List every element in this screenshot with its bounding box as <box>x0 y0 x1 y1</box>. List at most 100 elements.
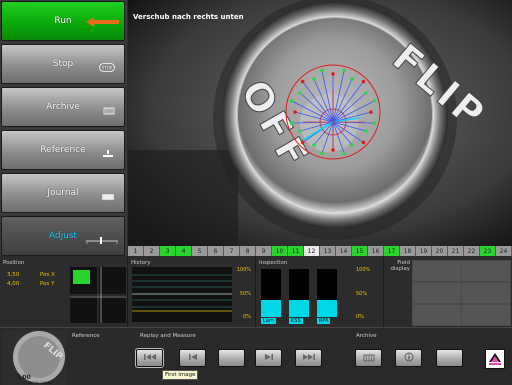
strip-cell[interactable]: 10 <box>272 246 288 256</box>
measure-point <box>298 129 302 133</box>
slider-icon <box>85 236 119 247</box>
arrow-left-icon <box>86 16 120 31</box>
journal-label: Journal <box>47 188 79 198</box>
strip-cell[interactable]: 13 <box>320 246 336 256</box>
measure-point <box>312 143 316 147</box>
previous-image-button[interactable] <box>179 349 206 367</box>
strip-cell[interactable]: 11 <box>288 246 304 256</box>
pos-x-label: Pos X <box>40 272 55 278</box>
strip-cell[interactable]: 21 <box>448 246 464 256</box>
strip-cell[interactable]: 8 <box>240 246 256 256</box>
strip-cell[interactable]: 1 <box>128 246 144 256</box>
archive-blank-button[interactable] <box>436 349 463 367</box>
strip-cell[interactable]: 5 <box>192 246 208 256</box>
info-button[interactable] <box>395 349 422 367</box>
measure-point <box>350 77 354 81</box>
run-button[interactable]: Run <box>1 1 125 41</box>
pos-y-label: Pos Y <box>40 281 55 287</box>
inspection-bar-kpa-label: KPA <box>317 318 331 324</box>
position-value-1: 3,50 <box>7 272 20 278</box>
position-value-2: 4,00 <box>7 281 20 287</box>
measure-point <box>289 99 294 103</box>
replay-section-label: Replay and Measure <box>140 333 196 339</box>
measure-point <box>364 91 368 95</box>
skip-last-icon <box>302 353 316 363</box>
position-panel: Position 3,50 4,00 Pos X Pos Y <box>0 257 128 327</box>
field-display-label: Field display <box>390 260 410 272</box>
inspection-label: Inspection <box>259 260 288 266</box>
measure-point <box>312 77 316 81</box>
adjust-label: Adjust <box>48 231 78 241</box>
measure-point <box>298 91 302 95</box>
image-strip[interactable]: 1 2 3 4 5 6 7 8 9 10 11 12 13 14 15 16 17 18 19 20 21 22 23 24 <box>128 246 512 256</box>
folders-icon <box>363 353 375 364</box>
folders-icon <box>103 106 115 118</box>
history-tick-bottom: 0% <box>243 314 251 320</box>
history-tick-mid: 50% <box>239 291 251 297</box>
inspection-bar-kpa <box>317 269 337 317</box>
run-label: Run <box>54 16 72 26</box>
stop-icon-text: STOP <box>102 65 113 70</box>
stop-sign-icon: STOP <box>99 63 115 75</box>
measure-point <box>331 72 335 76</box>
journal-button[interactable]: Journal <box>1 173 125 213</box>
strip-cell[interactable]: 22 <box>464 246 480 256</box>
last-image-button[interactable] <box>295 349 322 367</box>
strip-cell[interactable]: 3 <box>160 246 176 256</box>
journal-icon <box>101 193 115 204</box>
reference-thumbnail[interactable]: FLIP 3.00 TESSA 10000 <box>3 330 67 385</box>
scroll-up-button[interactable] <box>485 349 505 369</box>
reference-stand-icon <box>101 149 115 161</box>
strip-cell[interactable]: 14 <box>336 246 352 256</box>
measure-point <box>369 110 373 114</box>
bottom-bar: FLIP 3.00 TESSA 10000 Reference Replay a… <box>0 327 512 385</box>
camera-title: Verschub nach rechts unten <box>133 13 244 21</box>
field-display-grid[interactable] <box>412 260 511 326</box>
history-label: History <box>131 260 151 266</box>
strip-cell[interactable]: 18 <box>400 246 416 256</box>
measure-point <box>364 129 368 133</box>
skip-first-icon <box>143 353 157 363</box>
strip-cell[interactable]: 6 <box>208 246 224 256</box>
stop-button[interactable]: Stop STOP <box>1 44 125 84</box>
adjust-button[interactable]: Adjust <box>1 216 125 256</box>
strip-cell[interactable]: 17 <box>384 246 400 256</box>
strip-cell[interactable]: 4 <box>176 246 192 256</box>
first-image-button[interactable] <box>135 348 164 368</box>
reference-label: Reference <box>40 145 86 155</box>
strip-cell[interactable]: 12 <box>304 246 320 256</box>
strip-cell[interactable]: 9 <box>256 246 272 256</box>
step-back-icon <box>188 353 198 363</box>
inspection-bar-kss <box>289 269 309 317</box>
next-image-button[interactable] <box>255 349 282 367</box>
strip-cell[interactable]: 23 <box>480 246 496 256</box>
position-label: Position <box>3 260 25 266</box>
reference-section-label: Reference <box>72 333 100 339</box>
strip-cell[interactable]: 19 <box>416 246 432 256</box>
strip-cell[interactable]: 2 <box>144 246 160 256</box>
strip-cell[interactable]: 24 <box>496 246 512 256</box>
measure-point <box>293 110 297 114</box>
archive-button[interactable]: Archive <box>1 87 125 127</box>
measure-point <box>342 68 346 73</box>
camera-view[interactable]: FLIP OFF Verschub nach rechts unten <box>128 0 512 246</box>
tooltip: First image <box>162 370 199 380</box>
history-tick-top: 100% <box>236 267 251 273</box>
strip-cell[interactable]: 20 <box>432 246 448 256</box>
archive-folders-button[interactable] <box>355 349 382 367</box>
inspection-panel: Inspection Lam KSS KPA 100% 50% 0% <box>256 257 384 327</box>
strip-cell[interactable]: 15 <box>352 246 368 256</box>
inspection-bar-kss-label: KSS <box>289 318 303 324</box>
measure-point <box>342 151 346 156</box>
triangle-up-icon <box>486 353 504 370</box>
archive-label: Archive <box>46 102 80 112</box>
measure-point <box>361 79 366 84</box>
inspection-tick-bottom: 0% <box>356 314 364 320</box>
strip-cell[interactable]: 7 <box>224 246 240 256</box>
inspection-bar-lam <box>261 269 281 317</box>
reference-button[interactable]: Reference <box>1 130 125 170</box>
strip-cell[interactable]: 16 <box>368 246 384 256</box>
step-forward-icon <box>264 353 274 363</box>
play-stop-button[interactable] <box>218 349 245 367</box>
measure-point <box>300 79 305 84</box>
